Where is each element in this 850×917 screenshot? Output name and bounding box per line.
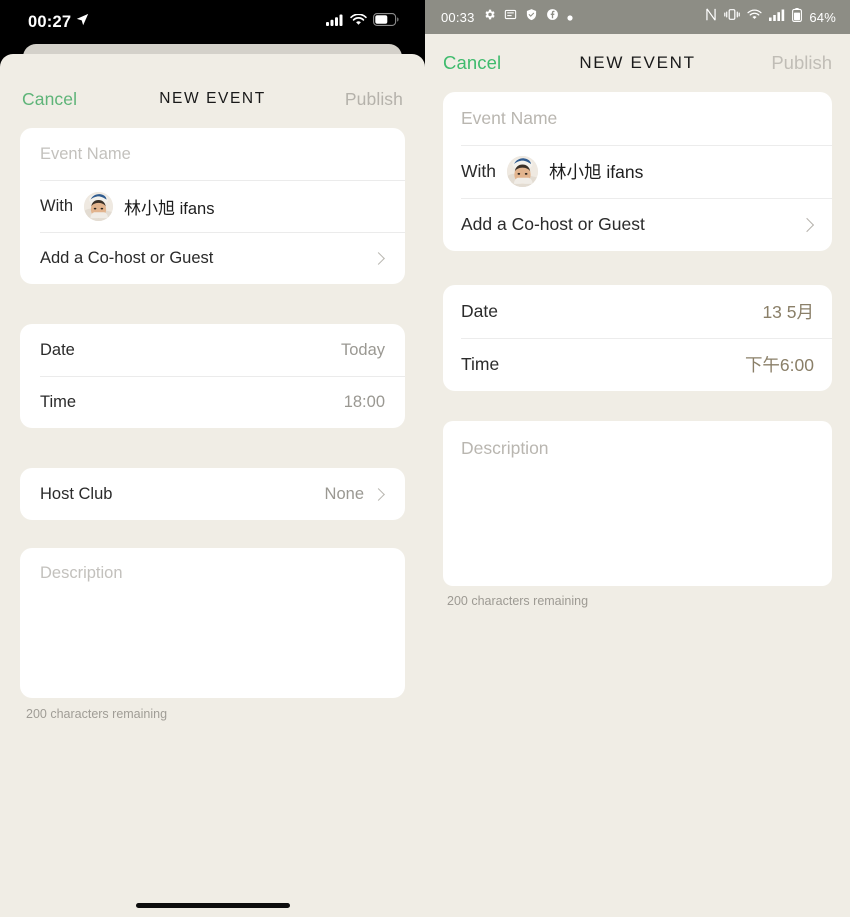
host-club-value: None [324,484,364,503]
status-time: 00:27 [28,12,72,31]
host-club-row[interactable]: Host Club None [20,468,405,520]
vibrate-icon [724,8,741,26]
ios-status-time-group: 00:27 [28,13,89,32]
new-event-sheet: Cancel NEW EVENT Publish Event Name With [0,54,425,917]
android-nav-bar: Cancel NEW EVENT Publish [425,34,850,92]
android-form-body: Event Name With 林小旭 ifans Add a Co-host … [425,92,850,608]
wifi-icon [747,8,762,26]
cellular-signal-icon [769,8,785,26]
host-club-card: Host Club None [20,468,405,520]
ios-status-bar: 00:27 [0,0,425,44]
with-label: With [461,161,496,181]
gear-icon [483,8,496,26]
home-indicator[interactable] [135,903,290,908]
ios-screen: 00:27 Cancel NEW EVENT Publish Event Nam… [0,0,425,917]
battery-icon [373,13,399,31]
dot-icon [566,8,573,26]
publish-button[interactable]: Publish [345,89,403,110]
shield-icon [525,8,538,26]
host-name: 林小旭 ifans [549,159,643,184]
date-time-card: Date 13 5月 Time 下午6:00 [443,285,832,391]
description-input[interactable]: Description [443,421,832,586]
character-counter: 200 characters remaining [26,707,168,721]
time-row[interactable]: Time 18:00 [20,376,405,428]
message-icon [504,8,517,26]
host-club-label: Host Club [40,484,113,503]
with-label: With [40,196,73,215]
host-name: 林小旭 ifans [124,194,214,219]
android-status-notifications: 00:33 [441,8,573,26]
battery-icon [792,7,803,27]
description-placeholder: Description [461,438,549,458]
host-name-cjk: 林小旭 [124,198,175,218]
add-cohost-label: Add a Co-host or Guest [40,248,214,267]
time-value: 下午6:00 [744,355,814,375]
battery-percentage: 64% [809,9,836,25]
avatar [507,156,538,187]
host-name-cjk: 林小旭 [549,162,602,182]
avatar [84,191,113,221]
event-name-input[interactable]: Event Name [443,92,832,145]
cancel-button[interactable]: Cancel [22,89,77,110]
android-screen: 00:33 64% Cancel NEW EVENT Publish Event… [425,0,850,917]
publish-button[interactable]: Publish [771,52,832,74]
cancel-button[interactable]: Cancel [443,52,501,74]
host-row: With 林小旭 ifans [20,180,405,232]
date-time-card: Date Today Time 18:00 [20,324,405,428]
description-placeholder: Description [40,564,123,582]
cellular-signal-icon [326,13,344,31]
android-status-bar: 00:33 64% [425,0,850,34]
wifi-icon [350,13,367,31]
add-cohost-or-guest-row[interactable]: Add a Co-host or Guest [443,198,832,251]
event-name-placeholder: Event Name [40,144,131,163]
ios-form-body: Event Name With 林小旭 ifans Add a Co-host … [0,128,425,721]
date-row[interactable]: Date 13 5月 [443,285,832,338]
time-label: Time [461,354,500,374]
time-value: 18:00 [343,392,385,411]
description-input[interactable]: Description [20,548,405,698]
character-counter: 200 characters remaining [447,594,589,608]
add-cohost-or-guest-row[interactable]: Add a Co-host or Guest [20,232,405,284]
ios-nav-bar: Cancel NEW EVENT Publish [0,70,425,128]
event-name-input[interactable]: Event Name [20,128,405,180]
host-row: With 林小旭 ifans [443,145,832,198]
chevron-right-icon [372,251,385,265]
event-details-card: Event Name With 林小旭 ifans Add a Co-host … [20,128,405,284]
add-cohost-label: Add a Co-host or Guest [461,214,645,234]
location-arrow-icon [76,12,89,31]
host-name-latin: ifans [606,162,644,182]
dual-screenshot-comparison: 00:27 Cancel NEW EVENT Publish Event Nam… [0,0,850,917]
chevron-right-icon [372,487,385,501]
facebook-icon [546,8,559,26]
nfc-icon [705,8,717,26]
host-name-latin: ifans [179,199,215,218]
android-status-system-icons: 64% [705,7,836,27]
event-name-placeholder: Event Name [461,108,558,128]
event-details-card: Event Name With 林小旭 ifans Add a Co-host … [443,92,832,251]
chevron-right-icon [799,217,815,232]
date-label: Date [40,340,75,359]
status-time: 00:33 [441,9,475,25]
time-label: Time [40,392,77,411]
date-value: 13 5月 [762,302,814,322]
date-label: Date [461,301,498,321]
date-row[interactable]: Date Today [20,324,405,376]
date-value: Today [340,340,385,359]
ios-status-icons [326,13,399,31]
time-row[interactable]: Time 下午6:00 [443,338,832,391]
